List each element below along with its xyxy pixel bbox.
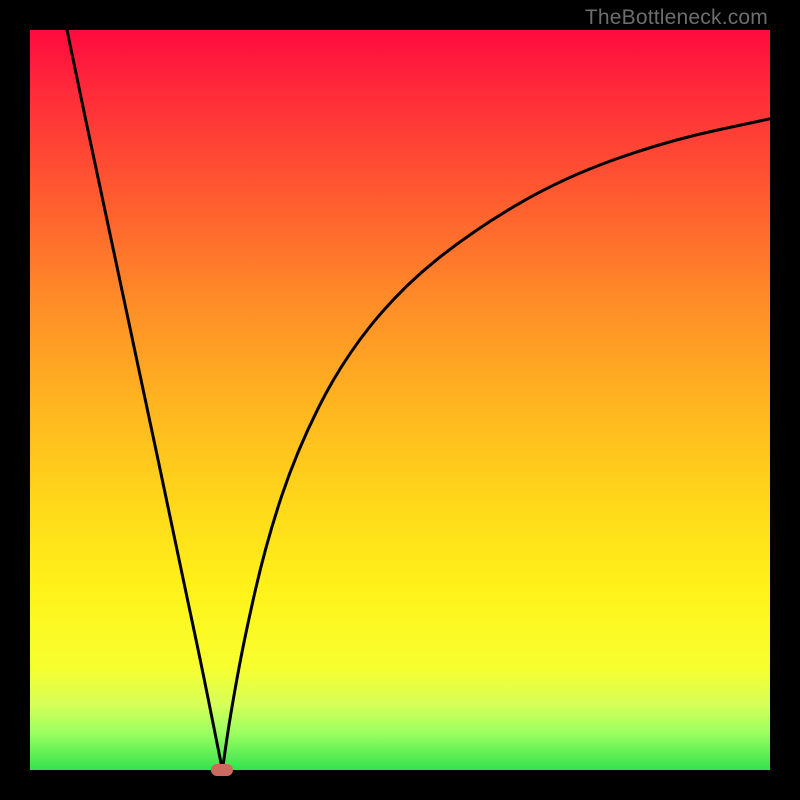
vertex-marker — [211, 764, 233, 776]
curve-overlay — [30, 30, 770, 770]
curve-left — [67, 30, 222, 770]
chart-frame: TheBottleneck.com — [0, 0, 800, 800]
watermark-label: TheBottleneck.com — [585, 6, 768, 30]
curve-right — [222, 119, 770, 770]
